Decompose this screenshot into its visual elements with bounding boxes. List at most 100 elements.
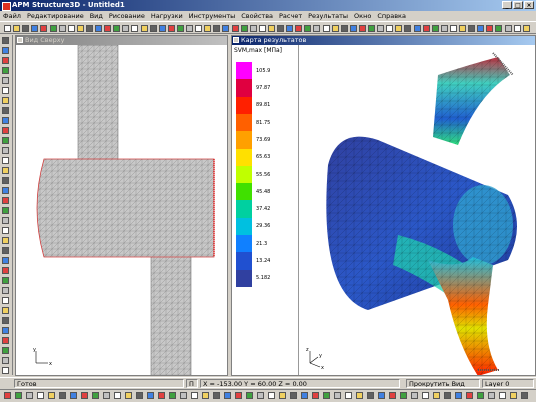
- bottom-tool-icon[interactable]: [433, 392, 441, 400]
- tool-icon[interactable]: [2, 147, 10, 155]
- bottom-tool-icon[interactable]: [169, 392, 177, 400]
- bottom-tool-icon[interactable]: [510, 392, 518, 400]
- menu-properties[interactable]: Свойства: [238, 11, 276, 21]
- bottom-tool-icon[interactable]: [279, 392, 287, 400]
- toolbar-icon[interactable]: [302, 23, 312, 32]
- app-icon[interactable]: [2, 2, 11, 11]
- toolbar-icon[interactable]: [293, 23, 303, 32]
- toolbar-icon[interactable]: [148, 23, 157, 32]
- toolbar-icon[interactable]: [193, 23, 203, 32]
- bottom-tool-icon[interactable]: [345, 392, 353, 400]
- tool-icon[interactable]: [2, 57, 10, 65]
- toolbar-icon[interactable]: [375, 23, 385, 32]
- toolbar-icon[interactable]: [412, 23, 421, 32]
- toolbar-icon[interactable]: [357, 23, 366, 32]
- toolbar-icon[interactable]: [220, 23, 230, 32]
- results-titlebar[interactable]: Карта результатов: [232, 36, 535, 45]
- bottom-tool-icon[interactable]: [70, 392, 78, 400]
- toolbar-icon[interactable]: [157, 23, 166, 32]
- toolbar-icon[interactable]: [475, 23, 485, 32]
- tool-icon[interactable]: [2, 47, 10, 55]
- bottom-tool-icon[interactable]: [202, 392, 210, 400]
- tool-icon[interactable]: [2, 187, 10, 195]
- tool-icon[interactable]: [2, 197, 10, 205]
- toolbar-icon[interactable]: [266, 23, 275, 32]
- toolbar-icon[interactable]: [20, 23, 30, 32]
- tool-icon[interactable]: [2, 307, 10, 315]
- bottom-tool-icon[interactable]: [444, 392, 452, 400]
- toolbar-icon[interactable]: [457, 23, 466, 32]
- tool-icon[interactable]: [2, 257, 10, 265]
- bottom-tool-icon[interactable]: [103, 392, 111, 400]
- toolbar-icon[interactable]: [421, 23, 430, 32]
- menu-tools[interactable]: Инструменты: [186, 11, 239, 21]
- bottom-tool-icon[interactable]: [180, 392, 188, 400]
- toolbar-icon[interactable]: [111, 23, 121, 32]
- bottom-tool-icon[interactable]: [224, 392, 232, 400]
- toolbar-icon[interactable]: [384, 23, 394, 32]
- toolbar-icon[interactable]: [257, 23, 266, 32]
- bottom-tool-icon[interactable]: [466, 392, 474, 400]
- tool-icon[interactable]: [2, 177, 10, 185]
- tool-icon[interactable]: [2, 37, 10, 45]
- bottom-tool-icon[interactable]: [334, 392, 342, 400]
- bottom-tool-icon[interactable]: [378, 392, 386, 400]
- tool-icon[interactable]: [2, 267, 10, 275]
- results-window[interactable]: Карта результатов SVM,max [МПа] 105.9 97.…: [231, 35, 536, 376]
- toolbar-icon[interactable]: [402, 23, 412, 32]
- bottom-tool-icon[interactable]: [48, 392, 56, 400]
- menu-file[interactable]: Файл: [0, 11, 24, 21]
- menu-edit[interactable]: Редактирование: [24, 11, 87, 21]
- toolbar-icon[interactable]: [493, 23, 503, 32]
- bottom-tool-icon[interactable]: [268, 392, 276, 400]
- bottom-tool-icon[interactable]: [400, 392, 408, 400]
- bottom-tool-icon[interactable]: [114, 392, 122, 400]
- tool-icon[interactable]: [2, 337, 10, 345]
- bottom-tool-icon[interactable]: [4, 392, 12, 400]
- toolbar-icon[interactable]: [275, 23, 284, 32]
- toolbar-icon[interactable]: [311, 23, 321, 32]
- toolbar-icon[interactable]: [202, 23, 212, 32]
- bottom-tool-icon[interactable]: [521, 392, 529, 400]
- menu-window[interactable]: Окно: [351, 11, 374, 21]
- toolbar-icon[interactable]: [466, 23, 476, 32]
- tool-icon[interactable]: [2, 327, 10, 335]
- bottom-tool-icon[interactable]: [158, 392, 166, 400]
- minimize-button[interactable]: _: [502, 1, 512, 9]
- top-view-titlebar[interactable]: Вид Сверху: [16, 36, 227, 45]
- toolbar-icon[interactable]: [66, 23, 75, 32]
- bottom-tool-icon[interactable]: [26, 392, 34, 400]
- tool-icon[interactable]: [2, 357, 10, 365]
- tool-icon[interactable]: [2, 247, 10, 255]
- bottom-tool-icon[interactable]: [37, 392, 45, 400]
- toolbar-icon[interactable]: [521, 23, 530, 32]
- bottom-tool-icon[interactable]: [301, 392, 309, 400]
- tool-icon[interactable]: [2, 77, 10, 85]
- bottom-tool-icon[interactable]: [235, 392, 243, 400]
- bottom-tool-icon[interactable]: [246, 392, 254, 400]
- bottom-tool-icon[interactable]: [488, 392, 496, 400]
- bottom-tool-icon[interactable]: [455, 392, 463, 400]
- toolbar-icon[interactable]: [366, 23, 375, 32]
- toolbar-icon[interactable]: [139, 23, 148, 32]
- toolbar-icon[interactable]: [448, 23, 457, 32]
- toolbar-icon[interactable]: [175, 23, 184, 32]
- close-button[interactable]: ×: [524, 1, 534, 9]
- toolbar-icon[interactable]: [512, 23, 521, 32]
- toolbar-icon[interactable]: [102, 23, 112, 32]
- tool-icon[interactable]: [2, 297, 10, 305]
- tool-icon[interactable]: [2, 127, 10, 135]
- toolbar-icon[interactable]: [29, 23, 39, 32]
- toolbar-icon[interactable]: [211, 23, 221, 32]
- bottom-tool-icon[interactable]: [125, 392, 133, 400]
- tool-icon[interactable]: [2, 277, 10, 285]
- top-view-window[interactable]: Вид Сверху y x: [15, 35, 228, 376]
- toolbar-icon[interactable]: [348, 23, 357, 32]
- bottom-tool-icon[interactable]: [312, 392, 320, 400]
- bottom-tool-icon[interactable]: [323, 392, 331, 400]
- bottom-tool-icon[interactable]: [92, 392, 100, 400]
- bottom-tool-icon[interactable]: [477, 392, 485, 400]
- bottom-tool-icon[interactable]: [213, 392, 221, 400]
- bottom-tool-icon[interactable]: [191, 392, 199, 400]
- toolbar-icon[interactable]: [38, 23, 48, 32]
